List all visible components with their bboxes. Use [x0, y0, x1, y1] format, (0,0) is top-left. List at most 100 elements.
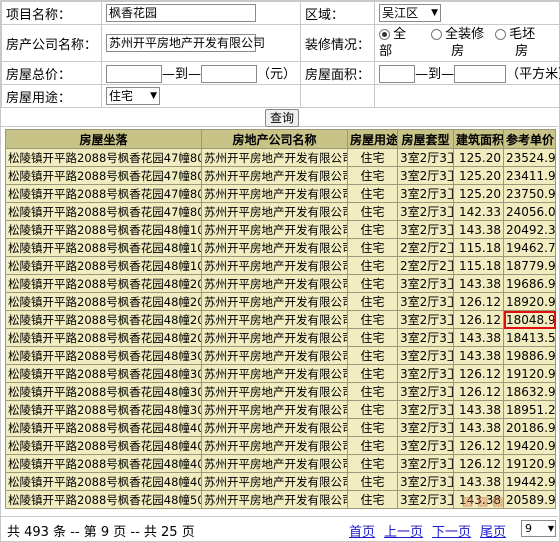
area-max-input[interactable] — [454, 65, 507, 84]
chevron-down-icon: ▼ — [150, 91, 158, 101]
cell-usage: 住宅 — [347, 364, 398, 383]
column-header-location: 房屋坐落 — [5, 129, 202, 149]
cell-company: 苏州开平房地产开发有限公司 — [201, 220, 348, 239]
price-range-separator: —到— — [162, 66, 202, 82]
cell-area: 126.12 — [453, 454, 504, 473]
table-row: 松陵镇开平路2088号枫香花园47幢806 苏州开平房地产开发有限公司 住宅 3室2厅… — [5, 202, 556, 221]
cell-usage: 住宅 — [347, 418, 398, 437]
region-label: 区域： — [305, 7, 345, 23]
cell-company: 苏州开平房地产开发有限公司 — [201, 148, 348, 167]
cell-price: 18413.50 — [503, 328, 556, 347]
cell-price: 18951.22 — [503, 400, 556, 419]
cell-area: 126.12 — [453, 364, 504, 383]
cell-layout: 2室2厅2卫 — [397, 256, 454, 275]
cell-location: 松陵镇开平路2088号枫香花园48幢101 — [5, 220, 202, 239]
radio-icon — [431, 29, 443, 40]
prev-page-link[interactable]: 上一页 — [384, 525, 423, 540]
cell-price: 20492.35 — [503, 220, 556, 239]
price-max-input[interactable] — [201, 65, 258, 84]
cell-company: 苏州开平房地产开发有限公司 — [201, 346, 348, 365]
cell-area: 143.38 — [453, 400, 504, 419]
page-select[interactable]: 9 ▼ — [521, 520, 556, 537]
radio-selected-icon — [379, 29, 391, 40]
cell-location: 松陵镇开平路2088号枫香花园47幢805 — [5, 184, 202, 203]
cell-usage: 住宅 — [347, 346, 398, 365]
cell-layout: 3室2厅3卫 — [397, 166, 454, 185]
column-header-price: 参考单价 — [503, 129, 556, 149]
cell-area: 143.38 — [453, 472, 504, 491]
table-row: 松陵镇开平路2088号枫香花园48幢102 苏州开平房地产开发有限公司 住宅 2室2厅… — [5, 238, 556, 257]
cell-layout: 3室2厅3卫 — [397, 418, 454, 437]
price-unit: （元） — [257, 66, 297, 82]
column-header-area: 建筑面积 — [453, 129, 504, 149]
decoration-option-unfurnished-line2: 房 — [515, 44, 529, 59]
first-page-link[interactable]: 首页 — [349, 525, 375, 540]
cell-layout: 3室2厅3卫 — [397, 148, 454, 167]
cell-location: 松陵镇开平路2088号枫香花园48幢303 — [5, 382, 202, 401]
company-name-input[interactable]: 苏州开平房地产开发有限公司 — [106, 34, 265, 52]
cell-location: 松陵镇开平路2088号枫香花园48幢404 — [5, 472, 202, 491]
pagination-links: 首页 上一页 下一页 尾页 — [349, 521, 515, 540]
usage-select[interactable]: 住宅 ▼ — [106, 87, 161, 105]
cell-location: 松陵镇开平路2088号枫香花园48幢501 — [5, 490, 202, 509]
cell-area: 115.18 — [453, 256, 504, 275]
cell-layout: 3室2厅3卫 — [397, 400, 454, 419]
cell-location: 松陵镇开平路2088号枫香花园47幢806 — [5, 202, 202, 221]
table-row: 松陵镇开平路2088号枫香花园48幢301 苏州开平房地产开发有限公司 住宅 3室2厅… — [5, 346, 556, 365]
project-name-input[interactable]: 枫香花园 — [106, 4, 257, 22]
cell-usage: 住宅 — [347, 454, 398, 473]
table-row: 松陵镇开平路2088号枫香花园47幢805 苏州开平房地产开发有限公司 住宅 3室2厅… — [5, 184, 556, 203]
cell-usage: 住宅 — [347, 328, 398, 347]
cell-area: 125.20 — [453, 148, 504, 167]
table-row: 松陵镇开平路2088号枫香花园48幢203 苏州开平房地产开发有限公司 住宅 3室2厅… — [5, 310, 556, 329]
company-label: 房产公司名称： — [6, 37, 98, 53]
cell-location: 松陵镇开平路2088号枫香花园48幢301 — [5, 346, 202, 365]
area-range-separator: —到— — [415, 66, 455, 82]
cell-price: 18048.95 — [503, 310, 556, 329]
chevron-down-icon: ▼ — [431, 8, 439, 18]
cell-location: 松陵镇开平路2088号枫香花园48幢202 — [5, 292, 202, 311]
cell-layout: 3室2厅3卫 — [397, 274, 454, 293]
price-min-input[interactable] — [106, 65, 163, 84]
region-select[interactable]: 吴江区 ▼ — [379, 4, 442, 22]
decoration-option-all[interactable]: 全 — [379, 27, 406, 43]
cell-price: 19886.94 — [503, 346, 556, 365]
cell-location: 松陵镇开平路2088号枫香花园48幢302 — [5, 364, 202, 383]
cell-company: 苏州开平房地产开发有限公司 — [201, 382, 348, 401]
pagination-summary: 共 493 条 -- 第 9 页 -- 共 25 页 — [7, 525, 195, 540]
cell-area: 125.20 — [453, 184, 504, 203]
table-row: 松陵镇开平路2088号枫香花园48幢302 苏州开平房地产开发有限公司 住宅 3室2厅… — [5, 364, 556, 383]
chevron-down-icon: ▼ — [547, 524, 554, 533]
cell-price: 19686.94 — [503, 274, 556, 293]
cell-company: 苏州开平房地产开发有限公司 — [201, 256, 348, 275]
table-row: 松陵镇开平路2088号枫香花园47幢804 苏州开平房地产开发有限公司 住宅 3室2厅… — [5, 166, 556, 185]
region-select-value: 吴江区 — [382, 6, 419, 20]
cell-area: 143.38 — [453, 220, 504, 239]
query-button-row: 查询 — [1, 108, 558, 127]
cell-company: 苏州开平房地产开发有限公司 — [201, 490, 348, 509]
query-button[interactable]: 查询 — [265, 109, 299, 127]
table-row: 松陵镇开平路2088号枫香花园47幢803 苏州开平房地产开发有限公司 住宅 3室2厅… — [5, 148, 556, 167]
cell-company: 苏州开平房地产开发有限公司 — [201, 418, 348, 437]
usage-select-value: 住宅 — [109, 89, 134, 103]
cell-location: 松陵镇开平路2088号枫香花园47幢804 — [5, 166, 202, 185]
last-page-link[interactable]: 尾页 — [480, 525, 506, 540]
price-label: 房屋总价： — [6, 67, 72, 83]
cell-usage: 住宅 — [347, 148, 398, 167]
next-page-link[interactable]: 下一页 — [432, 525, 471, 540]
cell-usage: 住宅 — [347, 436, 398, 455]
watermark-logo: ▨ ▨ ▨ — [462, 494, 504, 508]
cell-area: 126.12 — [453, 310, 504, 329]
cell-company: 苏州开平房地产开发有限公司 — [201, 184, 348, 203]
cell-usage: 住宅 — [347, 166, 398, 185]
cell-layout: 3室2厅3卫 — [397, 328, 454, 347]
cell-price: 19120.94 — [503, 454, 556, 473]
cell-layout: 3室2厅3卫 — [397, 364, 454, 383]
area-min-input[interactable] — [379, 65, 416, 84]
decoration-option-furnished-line2: 房 — [451, 44, 465, 59]
cell-company: 苏州开平房地产开发有限公司 — [201, 202, 348, 221]
decoration-option-unfurnished[interactable]: 毛坯 — [495, 27, 535, 43]
decoration-option-furnished[interactable]: 全装修 — [431, 27, 484, 43]
cell-area: 143.38 — [453, 274, 504, 293]
cell-location: 松陵镇开平路2088号枫香花园48幢102 — [5, 238, 202, 257]
